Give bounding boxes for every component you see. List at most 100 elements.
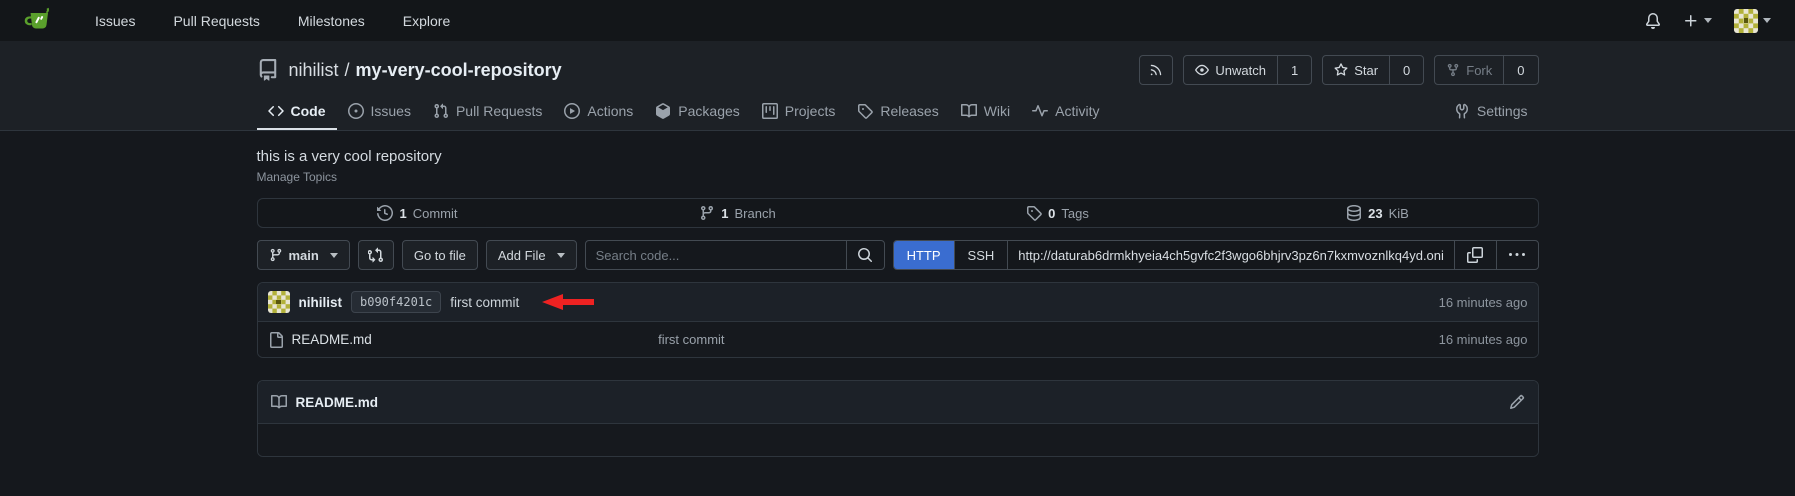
repo-action-buttons: Unwatch 1 Star 0 Fork 0: [1139, 55, 1538, 85]
chevron-down-icon: [330, 253, 338, 258]
file-name-link[interactable]: README.md: [292, 332, 372, 347]
database-icon: [1346, 205, 1362, 221]
clone-ssh-button[interactable]: SSH: [954, 241, 1008, 269]
repo-stats-bar: 1Commit 1Branch 0Tags 23KiB: [257, 198, 1539, 228]
tab-label: Wiki: [984, 103, 1010, 119]
repo-name-link[interactable]: my-very-cool-repository: [356, 60, 562, 80]
book-icon: [271, 394, 287, 410]
tab-actions[interactable]: Actions: [553, 95, 644, 130]
history-icon: [377, 205, 393, 221]
readme-header: README.md: [258, 381, 1538, 423]
tab-label: Releases: [880, 103, 938, 119]
tab-pull-requests[interactable]: Pull Requests: [422, 95, 553, 130]
package-icon: [655, 103, 671, 119]
breadcrumb-separator: /: [345, 60, 350, 80]
repo-owner-link[interactable]: nihilist: [289, 60, 339, 80]
nav-link-pull-requests[interactable]: Pull Requests: [158, 13, 274, 29]
tab-activity[interactable]: Activity: [1021, 95, 1110, 130]
add-file-button[interactable]: Add File: [486, 240, 577, 270]
nav-link-explore[interactable]: Explore: [388, 13, 465, 29]
project-board-icon: [762, 103, 778, 119]
stat-commits[interactable]: 1Commit: [258, 199, 578, 227]
play-circle-icon: [564, 103, 580, 119]
copy-icon: [1467, 247, 1483, 263]
more-operations-button[interactable]: [1496, 241, 1538, 269]
repo-breadcrumb: nihilist / my-very-cool-repository: [289, 60, 562, 81]
rss-feed-button[interactable]: [1139, 55, 1173, 85]
notifications-bell-icon[interactable]: [1645, 13, 1661, 29]
watchers-count[interactable]: 1: [1277, 56, 1311, 84]
chevron-down-icon: [557, 253, 565, 258]
star-button[interactable]: Star: [1323, 56, 1389, 84]
fork-button-group: Fork 0: [1434, 55, 1538, 85]
gitea-logo-icon[interactable]: [24, 6, 54, 36]
repo-tabs: Code Issues Pull Requests Actions Packag…: [257, 95, 1539, 130]
stat-branches[interactable]: 1Branch: [578, 199, 898, 227]
commit-author-avatar[interactable]: [268, 291, 290, 313]
create-new-menu[interactable]: [1683, 13, 1712, 29]
gitea-repo-page: Issues Pull Requests Milestones Explore …: [0, 0, 1795, 496]
stars-count[interactable]: 0: [1389, 56, 1423, 84]
commit-message[interactable]: first commit: [450, 295, 519, 310]
file-icon: [268, 332, 284, 348]
fork-icon: [1446, 63, 1460, 77]
tab-issues[interactable]: Issues: [337, 95, 422, 130]
clone-http-button[interactable]: HTTP: [894, 241, 954, 269]
branch-selector-button[interactable]: main: [257, 240, 350, 270]
chevron-down-icon: [1763, 18, 1771, 23]
add-file-label: Add File: [498, 248, 546, 263]
repo-description: this is a very cool repository: [257, 148, 1539, 165]
stat-label: Branch: [735, 206, 776, 221]
nav-link-milestones[interactable]: Milestones: [283, 13, 380, 29]
tab-projects[interactable]: Projects: [751, 95, 847, 130]
latest-commit-row: nihilist b090f4201c first commit 16 minu…: [258, 283, 1538, 321]
tab-label: Projects: [785, 103, 836, 119]
navbar-right-controls: [1645, 9, 1771, 33]
code-search-box: [585, 240, 885, 270]
tab-wiki[interactable]: Wiki: [950, 95, 1021, 130]
stat-value: 0: [1048, 206, 1055, 221]
rss-icon: [1149, 63, 1163, 77]
stat-tags[interactable]: 0Tags: [898, 199, 1218, 227]
tab-label: Code: [291, 103, 326, 119]
file-commit-message[interactable]: first commit: [658, 332, 1439, 347]
star-label: Star: [1354, 63, 1378, 78]
manage-topics-link[interactable]: Manage Topics: [257, 170, 338, 184]
tab-packages[interactable]: Packages: [644, 95, 750, 130]
tab-settings[interactable]: Settings: [1443, 95, 1539, 130]
file-row-readme: README.md first commit 16 minutes ago: [258, 321, 1538, 357]
search-icon: [857, 247, 873, 263]
pencil-icon: [1509, 394, 1525, 410]
readme-section: README.md: [257, 380, 1539, 457]
search-button[interactable]: [846, 241, 884, 269]
fork-button[interactable]: Fork: [1435, 56, 1503, 84]
forks-count[interactable]: 0: [1503, 56, 1537, 84]
tab-code[interactable]: Code: [257, 95, 337, 130]
user-avatar-menu[interactable]: [1734, 9, 1771, 33]
tag-icon: [857, 103, 873, 119]
clone-url-input[interactable]: [1007, 241, 1453, 269]
commit-age: 16 minutes ago: [1439, 295, 1528, 310]
fork-label: Fork: [1466, 63, 1492, 78]
tab-label: Pull Requests: [456, 103, 542, 119]
commit-author-name[interactable]: nihilist: [299, 295, 343, 310]
go-to-file-button[interactable]: Go to file: [402, 240, 478, 270]
tab-label: Activity: [1055, 103, 1099, 119]
code-icon: [268, 103, 284, 119]
issue-opened-icon: [348, 103, 364, 119]
code-toolbar: main Go to file Add File HTTP SSH: [257, 240, 1539, 270]
commit-hash-badge[interactable]: b090f4201c: [351, 291, 441, 313]
unwatch-button[interactable]: Unwatch: [1184, 56, 1277, 84]
edit-readme-button[interactable]: [1509, 394, 1525, 410]
search-code-input[interactable]: [586, 241, 846, 269]
tab-label: Issues: [371, 103, 411, 119]
nav-link-issues[interactable]: Issues: [80, 13, 150, 29]
stat-size[interactable]: 23KiB: [1218, 199, 1538, 227]
top-navbar: Issues Pull Requests Milestones Explore: [0, 0, 1795, 41]
compare-button[interactable]: [358, 240, 394, 270]
git-pull-request-icon: [433, 103, 449, 119]
clone-panel: HTTP SSH: [893, 240, 1539, 270]
git-compare-icon: [368, 247, 384, 263]
copy-url-button[interactable]: [1454, 241, 1496, 269]
tab-releases[interactable]: Releases: [846, 95, 949, 130]
